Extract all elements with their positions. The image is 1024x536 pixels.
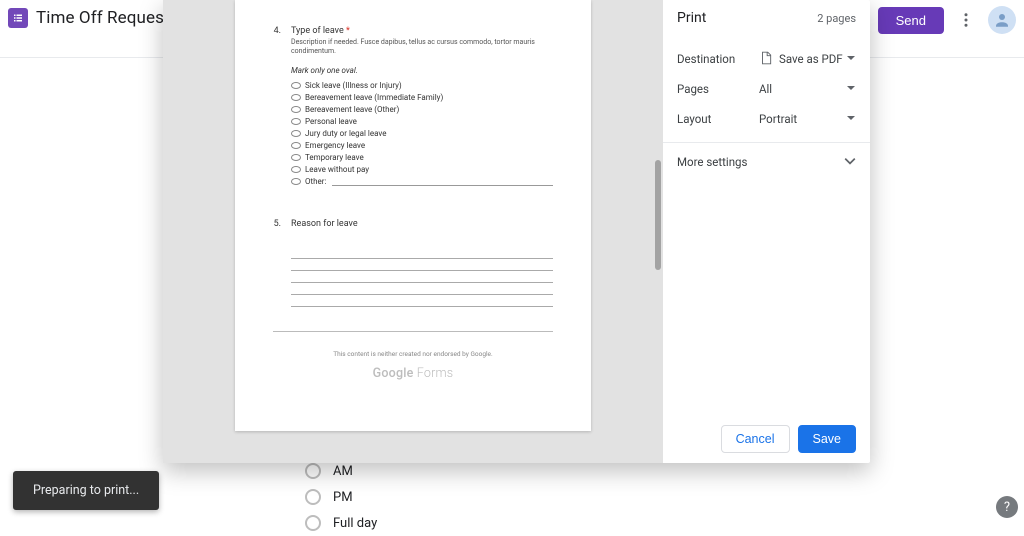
oval-icon [291,82,301,89]
oval-icon [291,178,301,185]
oval-icon [291,106,301,113]
google-disclaimer: This content is neither created nor endo… [273,350,553,358]
oval-icon [291,154,301,161]
bg-option[interactable]: PM [305,484,720,510]
question-hint: Mark only one oval. [291,66,553,75]
chevron-down-icon [844,155,856,170]
oval-icon [291,130,301,137]
page-divider [273,331,553,332]
bg-option-label: PM [333,490,353,505]
print-preview-page: 4. Type of leave * Description if needed… [235,0,591,431]
oval-icon [291,118,301,125]
forms-icon[interactable] [8,8,28,28]
oval-icon [291,94,301,101]
question-number: 4. [273,26,281,189]
print-title: Print [677,10,706,26]
radio-icon [305,463,321,479]
more-vert-icon[interactable] [954,8,978,32]
more-settings-toggle[interactable]: More settings [677,149,856,175]
oval-icon [291,142,301,149]
bg-option-label: Full day [333,516,377,531]
settings-separator [663,142,870,143]
question-options: Sick leave (Illness or Injury) Bereaveme… [291,81,553,186]
question-title: Type of leave * [291,26,553,36]
layout-label: Layout [677,112,759,126]
pages-label: Pages [677,82,759,96]
pages-value: All [759,82,772,96]
chevron-down-icon [846,82,856,96]
oval-icon [291,166,301,173]
document-title[interactable]: Time Off Request [36,8,170,28]
background-form-card: AM PM Full day [305,458,720,536]
radio-icon [305,489,321,505]
radio-icon [305,515,321,531]
print-dialog: 4. Type of leave * Description if needed… [163,0,870,463]
layout-row[interactable]: Layout Portrait [677,104,856,134]
bg-option[interactable]: Full day [305,510,720,536]
pages-row[interactable]: Pages All [677,74,856,104]
bg-option-label: AM [333,464,353,479]
send-button[interactable]: Send [878,7,944,34]
destination-row[interactable]: Destination Save as PDF [677,44,856,74]
toast-preparing-print: Preparing to print... [13,471,159,510]
question-number: 5. [273,219,281,307]
pdf-icon [759,51,773,68]
answer-lines [291,247,553,307]
more-settings-label: More settings [677,155,747,169]
chevron-down-icon [846,52,856,66]
question-title: Reason for leave [291,219,553,229]
destination-value: Save as PDF [779,52,843,66]
destination-label: Destination [677,52,759,66]
chevron-down-icon [846,112,856,126]
question-description: Description if needed. Fusce dapibus, te… [291,38,553,56]
google-forms-logo: Google Forms [273,366,553,381]
layout-value: Portrait [759,112,797,126]
other-fill-line [332,178,553,186]
print-preview-pane[interactable]: 4. Type of leave * Description if needed… [163,0,663,463]
help-icon[interactable]: ? [996,496,1018,518]
print-settings-panel: Print 2 pages Destination Save as PDF Pa… [663,0,870,463]
cancel-button[interactable]: Cancel [721,425,790,453]
page-count: 2 pages [817,12,856,25]
preview-scrollbar[interactable] [655,160,661,270]
account-avatar[interactable] [988,6,1016,34]
save-button[interactable]: Save [798,425,857,453]
